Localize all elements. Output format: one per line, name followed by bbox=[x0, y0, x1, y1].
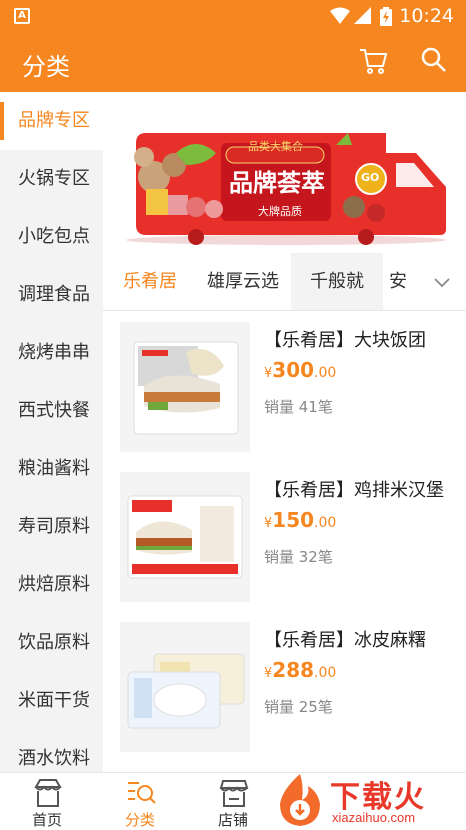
nav-store[interactable]: 店铺 bbox=[188, 773, 278, 829]
banner-headline: 品牌荟萃 bbox=[229, 169, 325, 197]
product-card[interactable]: 【乐肴居】鸡排米汉堡 ¥150.00 销量 32笔 bbox=[120, 472, 460, 602]
sidebar-item-sushi[interactable]: 寿司原料 bbox=[0, 498, 103, 556]
product-image bbox=[120, 622, 250, 752]
sidebar-item-snacks[interactable]: 小吃包点 bbox=[0, 208, 103, 266]
chevron-down-icon bbox=[434, 278, 450, 288]
home-store-icon bbox=[34, 779, 62, 807]
sidebar-item-drinks[interactable]: 酒水饮料 bbox=[0, 730, 103, 772]
sidebar-item-grain-oil[interactable]: 粮油酱料 bbox=[0, 440, 103, 498]
sidebar-item-beverage-materials[interactable]: 饮品原料 bbox=[0, 614, 103, 672]
sidebar-item-noodles-dry-goods[interactable]: 米面干货 bbox=[0, 672, 103, 730]
status-bar: A 10:24 bbox=[0, 0, 466, 32]
product-name: 【乐肴居】冰皮麻糬 bbox=[264, 630, 426, 651]
watermark-url: xiazaihuo.com bbox=[332, 810, 416, 825]
app-notification-icon: A bbox=[14, 8, 30, 24]
watermark: 下载火 xiazaihuo.com bbox=[272, 770, 466, 828]
product-sales: 销量 32笔 bbox=[264, 548, 333, 566]
product-card[interactable]: 【乐肴居】大块饭团 ¥300.00 销量 41笔 bbox=[120, 322, 460, 452]
brand-tabs: 乐肴居 雄厚云选 千般就 安 bbox=[103, 253, 466, 311]
sidebar-item-fast-food[interactable]: 西式快餐 bbox=[0, 382, 103, 440]
product-price: ¥150.00 bbox=[264, 508, 337, 532]
nav-category[interactable]: 分类 bbox=[95, 773, 185, 829]
nav-home[interactable]: 首页 bbox=[2, 773, 92, 829]
flame-logo-icon bbox=[280, 774, 320, 826]
product-price: ¥300.00 bbox=[264, 358, 337, 382]
cart-icon[interactable] bbox=[358, 46, 388, 76]
category-sidebar: 品牌专区 火锅专区 小吃包点 调理食品 烧烤串串 西式快餐 粮油酱料 寿司原料 … bbox=[0, 92, 103, 772]
product-sales: 销量 41笔 bbox=[264, 398, 333, 416]
cellular-signal-icon bbox=[354, 7, 371, 24]
product-price: ¥288.00 bbox=[264, 658, 337, 682]
product-name: 【乐肴居】大块饭团 bbox=[264, 330, 426, 351]
banner-subline: 大牌品质 bbox=[258, 205, 302, 218]
sidebar-item-baking[interactable]: 烘焙原料 bbox=[0, 556, 103, 614]
tab-brand-3[interactable]: 千般就 bbox=[291, 253, 383, 310]
tab-brand-2[interactable]: 雄厚云选 bbox=[197, 253, 289, 310]
app-bar: 分类 bbox=[0, 32, 466, 92]
banner-tag: 品类大集合 bbox=[248, 140, 303, 153]
category-search-icon bbox=[128, 782, 156, 804]
product-name: 【乐肴居】鸡排米汉堡 bbox=[264, 480, 444, 501]
wifi-icon bbox=[330, 7, 350, 24]
product-card[interactable]: 【乐肴居】冰皮麻糬 ¥288.00 销量 25笔 bbox=[120, 622, 460, 752]
search-icon[interactable] bbox=[420, 46, 448, 74]
clock: 10:24 bbox=[399, 5, 454, 27]
sidebar-item-hotpot[interactable]: 火锅专区 bbox=[0, 150, 103, 208]
page-title: 分类 bbox=[22, 53, 70, 81]
product-image bbox=[120, 472, 250, 602]
tab-brand-4[interactable]: 安 bbox=[389, 253, 413, 310]
tab-brand-1[interactable]: 乐肴居 bbox=[103, 253, 197, 310]
sidebar-item-prepared-food[interactable]: 调理食品 bbox=[0, 266, 103, 324]
brand-banner[interactable]: 品类大集合 品牌荟萃 大牌品质 GO bbox=[116, 125, 456, 245]
product-sales: 销量 25笔 bbox=[264, 698, 333, 716]
battery-icon bbox=[380, 7, 392, 26]
sidebar-item-brand-zone[interactable]: 品牌专区 bbox=[0, 92, 103, 150]
expand-tabs-button[interactable] bbox=[418, 253, 466, 310]
product-image bbox=[120, 322, 250, 452]
sidebar-item-bbq[interactable]: 烧烤串串 bbox=[0, 324, 103, 382]
store-icon bbox=[219, 780, 249, 807]
banner-go-button: GO bbox=[361, 171, 380, 184]
